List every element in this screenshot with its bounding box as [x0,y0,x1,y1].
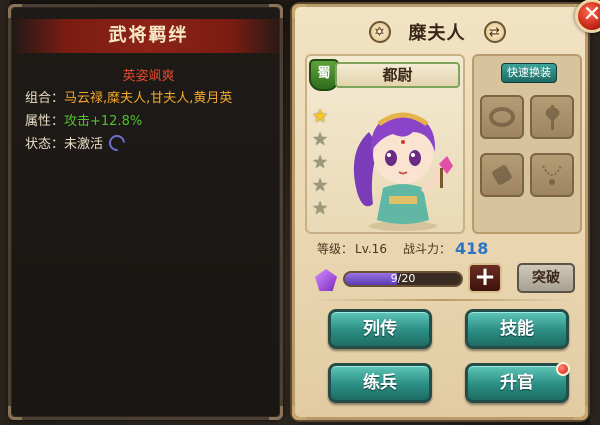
biography-button[interactable]: 列传 [328,309,432,349]
status-value: 未激活 [64,137,104,152]
power-label: 战斗力： [402,242,451,256]
background-edge-right [590,0,600,425]
bond-combo-row: 组合：马云禄,糜夫人,甘夫人,黄月英 [25,87,232,106]
ring-icon [489,107,515,127]
star-icon: ★ [312,106,329,127]
rank-title: 都尉 [335,62,460,88]
bond-name: 英姿飒爽 [122,69,175,84]
star-icon: ★ [312,129,329,150]
character-name: 糜夫人 [408,23,466,44]
frame-corner [269,406,283,420]
quick-equip-button[interactable]: 快速换装 [501,63,557,83]
swirl-icon[interactable] [105,131,129,154]
train-button[interactable]: 练兵 [328,363,432,403]
star-icon: ★ [312,198,329,219]
promote-button[interactable]: 升官 [465,362,570,403]
character-portrait-box: 蜀 都尉 ★ ★ ★ ★ ★ [305,54,465,234]
character-header: ✡ 糜夫人 ⇄ [307,15,567,49]
star-icon: ★ [312,152,329,173]
skills-button[interactable]: 技能 [465,309,569,349]
bond-panel-title: 武将羁绊 [11,19,286,53]
character-figure[interactable] [339,92,467,232]
combo-label: 组合： [25,91,65,106]
add-exp-button[interactable]: + [468,263,502,293]
swap-icon[interactable]: ⇄ [483,21,506,43]
status-label: 状态： [25,137,65,152]
bond-attr-row: 属性：攻击+12.8% [25,110,142,129]
star-rating: ★ ★ ★ ★ ★ [312,108,330,218]
star-icon: ★ [312,175,329,196]
exp-progress-bar: 9/20 [343,271,463,287]
hexagram-icon[interactable]: ✡ [368,21,391,43]
exp-text: 9/20 [390,272,416,285]
equipment-panel: 快速换装 [472,54,582,234]
stats-row: 等级： Lv.16 战斗力： 418 [317,239,488,258]
equip-slot-weapon[interactable] [530,95,574,139]
close-icon: ✕ [582,2,600,27]
close-button[interactable]: ✕ [575,0,600,33]
power-value: 418 [454,239,489,258]
character-panel: ✡ 糜夫人 ⇄ ✕ 蜀 都尉 ★ ★ ★ ★ ★ 快速换装 等级： Lv.16 … [292,0,600,420]
frame-corner [8,4,22,18]
equip-slot-necklace[interactable] [530,153,574,197]
notification-dot [556,362,570,376]
gem-icon [315,269,337,291]
frame-corner [292,4,306,18]
promote-label: 升官 [500,373,534,393]
combo-value: 马云禄,糜夫人,甘夫人,黄月英 [64,91,233,106]
attr-label: 属性： [25,114,65,129]
axe-icon [545,105,560,130]
necklace-icon [542,165,562,185]
breakthrough-button[interactable]: 突破 [517,263,575,293]
attr-value: 攻击+12.8% [64,114,143,129]
level-label: 等级： [317,242,354,256]
level-value: Lv.16 [355,241,387,256]
equip-slot-scroll[interactable] [480,153,524,197]
frame-corner [269,4,283,18]
frame-corner [292,406,306,420]
equip-slot-ring[interactable] [480,95,524,139]
scroll-icon [492,165,512,185]
bond-panel: 武将羁绊 英姿飒爽 组合：马云禄,糜夫人,甘夫人,黄月英 属性：攻击+12.8%… [8,4,286,420]
bond-status-row: 状态： 未激活 [25,131,129,154]
frame-corner [574,406,588,420]
divider [315,299,571,301]
frame-corner [8,406,22,420]
